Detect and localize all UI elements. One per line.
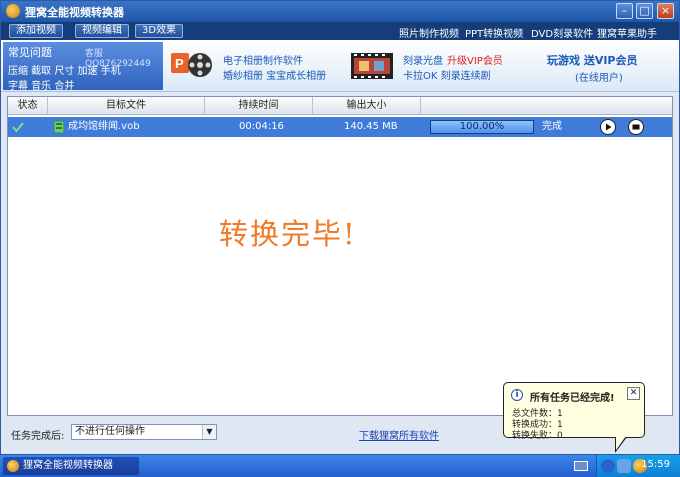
wedding-album-link[interactable]: 婚纱相册 宝宝成长相册 bbox=[223, 67, 326, 82]
progress-label: 100.00% bbox=[459, 121, 505, 132]
svg-text:P: P bbox=[175, 56, 184, 71]
system-tray: 15:59 bbox=[596, 455, 680, 477]
taskbar-app-button[interactable]: 狸窝全能视频转换器 bbox=[3, 457, 139, 475]
network-icon[interactable] bbox=[617, 459, 631, 473]
apple-helper-link[interactable]: 狸窝苹果助手 bbox=[597, 25, 657, 40]
task-status: 完成 bbox=[542, 121, 562, 132]
after-complete-value: 不进行任何操作 bbox=[75, 426, 145, 437]
online-users-label: (在线用户) bbox=[575, 73, 623, 84]
clock: 15:59 bbox=[641, 459, 670, 470]
open-folder-button[interactable] bbox=[628, 119, 644, 135]
file-duration: 00:04:16 bbox=[239, 121, 284, 132]
game-vip-link[interactable]: 玩游戏 送VIP会员 bbox=[547, 52, 638, 68]
burn-disc-link[interactable]: 刻录光盘 bbox=[403, 52, 443, 67]
photo-to-video-link[interactable]: 照片制作视频 bbox=[399, 25, 459, 40]
after-complete-select[interactable]: 不进行任何操作 ▼ bbox=[71, 424, 217, 440]
upgrade-vip-link[interactable]: 升级VIP会员 bbox=[447, 52, 503, 67]
edit-video-button[interactable]: 视频编辑 bbox=[75, 24, 129, 38]
balloon-tail-inner bbox=[616, 436, 626, 450]
checkmark-icon bbox=[12, 122, 24, 133]
balloon-title: 所有任务已经完成! bbox=[530, 393, 615, 404]
faq-title[interactable]: 常见问题 bbox=[8, 44, 52, 60]
notification-balloon: i 所有任务已经完成! ✕ 总文件数：1 转换成功：1 转换失败：0 bbox=[503, 382, 645, 441]
dvd-burn-link[interactable]: DVD刻录软件 bbox=[531, 25, 593, 40]
table-header: 状态 目标文件 持续时间 输出大小 bbox=[8, 97, 672, 115]
minimize-button[interactable]: – bbox=[616, 3, 633, 19]
column-target-file[interactable]: 目标文件 bbox=[48, 97, 205, 115]
taskbar-app-label: 狸窝全能视频转换器 bbox=[23, 460, 113, 471]
conversion-done-message: 转换完毕! bbox=[219, 217, 357, 251]
ppt-film-icon[interactable]: P bbox=[169, 49, 213, 81]
play-button[interactable] bbox=[600, 119, 616, 135]
play-icon bbox=[606, 123, 612, 131]
folder-icon bbox=[632, 124, 640, 130]
column-status[interactable]: 状态 bbox=[8, 97, 48, 115]
app-logo-icon bbox=[6, 4, 20, 18]
column-output-size[interactable]: 输出大小 bbox=[313, 97, 421, 115]
table-row[interactable]: 成均馆绯闻.vob 00:04:16 140.45 MB 100.00% 完成 bbox=[8, 117, 672, 137]
chevron-down-icon[interactable]: ▼ bbox=[202, 425, 216, 439]
download-all-link[interactable]: 下载狸窝所有软件 bbox=[359, 427, 439, 442]
3d-effect-button[interactable]: 3D效果 bbox=[135, 24, 184, 38]
tray-arrow-icon[interactable] bbox=[601, 459, 615, 473]
info-icon: i bbox=[511, 389, 523, 401]
toolbar: 添加视频 视频编辑 3D效果 照片制作视频 PPT转换视频 DVD刻录软件 狸窝… bbox=[1, 22, 679, 40]
add-video-button[interactable]: 添加视频 bbox=[9, 24, 63, 38]
column-duration[interactable]: 持续时间 bbox=[205, 97, 313, 115]
faq-links-row2[interactable]: 字幕 音乐 合并 bbox=[8, 77, 74, 92]
close-button[interactable]: × bbox=[657, 3, 674, 19]
keyboard-icon[interactable] bbox=[574, 461, 588, 471]
promo-bar: 常见问题 客服QQ876292449 压缩 截取 尺寸 加速 手机 字幕 音乐 … bbox=[1, 40, 679, 92]
ppt-to-video-link[interactable]: PPT转换视频 bbox=[465, 25, 523, 40]
failed-line: 转换失败：0 bbox=[512, 431, 563, 441]
balloon-close-icon[interactable]: ✕ bbox=[627, 387, 640, 400]
task-table: 状态 目标文件 持续时间 输出大小 成均馆绯闻.vob 00:04:16 140… bbox=[7, 96, 673, 416]
window-title: 狸窝全能视频转换器 bbox=[25, 6, 124, 19]
file-name: 成均馆绯闻.vob bbox=[68, 121, 140, 132]
film-strip-icon[interactable] bbox=[351, 53, 393, 79]
app-logo-icon bbox=[7, 460, 19, 472]
faq-links-row1[interactable]: 压缩 截取 尺寸 加速 手机 bbox=[8, 62, 121, 77]
video-file-icon bbox=[54, 121, 64, 133]
faq-panel: 常见问题 客服QQ876292449 压缩 截取 尺寸 加速 手机 字幕 音乐 … bbox=[3, 42, 163, 92]
karaoke-burn-link[interactable]: 卡拉OK 刻录连续剧 bbox=[403, 67, 491, 82]
title-bar[interactable]: 狸窝全能视频转换器 – □ × bbox=[1, 1, 679, 22]
file-size: 140.45 MB bbox=[344, 121, 398, 132]
after-complete-label: 任务完成后: bbox=[11, 431, 65, 442]
album-software-link[interactable]: 电子相册制作软件 bbox=[223, 52, 303, 67]
progress-bar: 100.00% bbox=[430, 120, 534, 134]
maximize-button[interactable]: □ bbox=[636, 3, 653, 19]
